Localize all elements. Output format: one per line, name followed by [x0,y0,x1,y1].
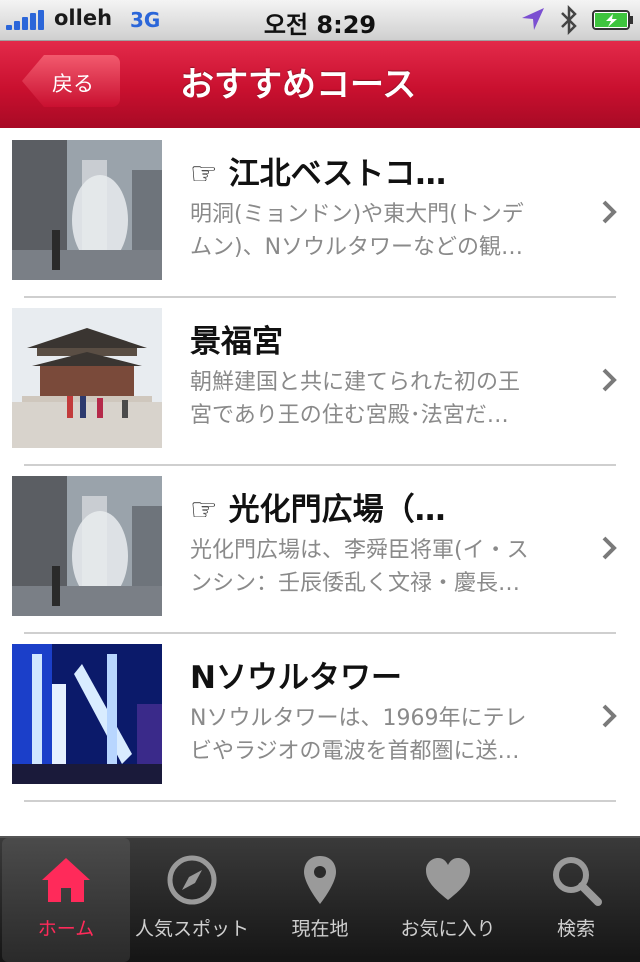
tab-label: 検索 [556,918,595,940]
item-description-line: 朝鮮建国と共に建てられた初の王 [190,370,521,395]
item-description-line: 明洞(ミョンドン)や東大門(トンデ [190,202,524,227]
tab-label: 現在地 [291,918,349,940]
search-icon [553,857,602,906]
row-divider [24,800,616,802]
item-description-line: ンシン：壬辰倭乱く文禄・慶長… [190,571,521,596]
tab-favorites[interactable]: お気に入り [384,838,512,962]
page-title: おすすめコース [180,65,417,105]
item-description-line: 光化門広場は、李舜臣将軍(イ・ス [190,538,529,563]
back-button-label: 戻る [52,72,94,96]
item-title: 景福宮 [190,324,283,360]
fountain-photo [12,476,162,616]
item-description: Nソウルタワーは、1969年にテレ ビやラジオの電波を首都圏に送… [190,702,590,768]
navigation-bar: 戻る おすすめコース [0,41,640,128]
item-title: Nソウルタワー [190,660,402,696]
tab-popular-spots[interactable]: 人気スポット [128,838,256,962]
tab-bar: ホーム 人気スポット 現在地 お気に入り 検索 [0,836,640,962]
tab-home[interactable]: ホーム [2,838,130,962]
tab-search[interactable]: 検索 [512,838,640,962]
heart-icon [426,858,470,900]
tab-current-location[interactable]: 現在地 [256,838,384,962]
bluetooth-icon [561,5,577,35]
list-item[interactable]: 景福宮 朝鮮建国と共に建てられた初の王 宮であり王の住む宮殿･法宮だ… [0,296,640,464]
item-description-line: ムン)、Nソウルタワーなどの観… [190,235,524,260]
status-bar: olleh 3G 오전 8:29 [0,0,640,41]
item-description-line: Nソウルタワーは、1969年にテレ [190,706,527,731]
item-description-line: 宮であり王の住む宮殿･法宮だ… [190,403,509,428]
item-description: 光化門広場は、李舜臣将軍(イ・ス ンシン：壬辰倭乱く文禄・慶長… [190,534,590,600]
back-button[interactable]: 戻る [22,55,120,107]
chevron-right-icon [602,536,617,560]
tab-label: お気に入り [400,918,496,940]
item-title: ☞ 光化門広場（… [190,492,446,528]
fountain-photo [12,140,162,280]
list-item[interactable]: ☞ 江北ベストコ… 明洞(ミョンドン)や東大門(トンデ ムン)、Nソウルタワーな… [0,128,640,296]
item-description-line: ビやラジオの電波を首都圏に送… [190,739,520,764]
home-icon [42,858,90,902]
list-item[interactable]: Nソウルタワー Nソウルタワーは、1969年にテレ ビやラジオの電波を首都圏に送… [0,632,640,800]
chevron-right-icon [602,704,617,728]
list-item[interactable]: ☞ 光化門広場（… 光化門広場は、李舜臣将軍(イ・ス ンシン：壬辰倭乱く文禄・慶… [0,464,640,632]
location-arrow-icon [522,8,544,30]
tower-photo [12,644,162,784]
tab-label: ホーム [37,918,95,940]
battery-icon [592,10,633,30]
item-title: ☞ 江北ベストコ… [190,156,447,192]
palace-photo [12,308,162,448]
chevron-right-icon [602,200,617,224]
chevron-right-icon [602,368,617,392]
item-description: 朝鮮建国と共に建てられた初の王 宮であり王の住む宮殿･法宮だ… [190,366,590,432]
item-description: 明洞(ミョンドン)や東大門(トンデ ムン)、Nソウルタワーなどの観… [190,198,590,264]
map-pin-icon [304,856,336,904]
compass-icon [167,855,217,905]
tab-label: 人気スポット [134,918,249,940]
